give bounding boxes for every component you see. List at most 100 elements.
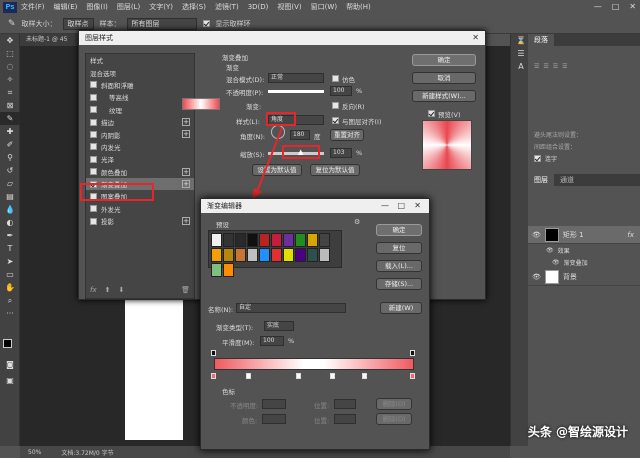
align-layer-checkbox[interactable] [332, 117, 339, 124]
layer-background[interactable]: 👁 背景 [528, 268, 640, 286]
menu-edit[interactable]: 编辑(E) [54, 2, 78, 12]
style-item[interactable]: 描边 + [86, 116, 194, 128]
close-icon[interactable]: ✕ [629, 2, 636, 11]
opacity-stop-right[interactable] [410, 350, 415, 356]
menu-type[interactable]: 文字(Y) [149, 2, 173, 12]
trash-icon[interactable]: 🗑 [181, 286, 190, 294]
layer-name[interactable]: 矩形 1 [563, 230, 584, 240]
gradient-type-select[interactable]: 实底 [264, 321, 294, 331]
set-default-button[interactable]: 设置为默认值 [252, 164, 302, 176]
stop-color-swatch[interactable] [262, 414, 286, 424]
name-input[interactable]: 自定 [236, 303, 346, 313]
zoom-tool-icon[interactable]: ⌕ [0, 294, 20, 307]
color-stop[interactable] [211, 373, 216, 379]
stamp-tool-icon[interactable]: ⚲ [0, 151, 20, 164]
gradient-preset-swatch[interactable] [211, 248, 222, 262]
opacity-input[interactable]: 100 [330, 86, 352, 96]
menu-help[interactable]: 帮助(H) [346, 2, 371, 12]
gradient-preset-swatch[interactable] [235, 233, 246, 247]
style-item[interactable]: 内阴影 + [86, 128, 194, 140]
reset-default-button[interactable]: 复位为默认值 [310, 164, 360, 176]
frame-tool-icon[interactable]: ⊠ [0, 99, 20, 112]
stop-location-input[interactable] [334, 399, 356, 409]
style-item[interactable]: 内发光 [86, 141, 194, 153]
effect-item-row[interactable]: 👁 渐变叠加 [528, 256, 640, 268]
stop-delete-button[interactable]: 删除(D) [376, 398, 412, 410]
close-icon[interactable]: ✕ [414, 199, 421, 213]
reverse-checkbox[interactable] [332, 102, 339, 109]
dodge-tool-icon[interactable]: ◐ [0, 216, 20, 229]
visibility-icon[interactable]: 👁 [532, 273, 541, 281]
gradient-preset-swatch[interactable] [319, 233, 330, 247]
menu-filter[interactable]: 滤镜(T) [215, 2, 239, 12]
ok-button[interactable]: 确定 [412, 54, 476, 66]
lasso-tool-icon[interactable]: ◌ [0, 60, 20, 73]
tab-channels[interactable]: 通道 [554, 174, 580, 186]
menu-select[interactable]: 选择(S) [182, 2, 206, 12]
gradient-preset-swatch[interactable] [271, 233, 282, 247]
visibility-icon[interactable]: 👁 [552, 259, 560, 266]
style-checkbox[interactable] [90, 143, 97, 151]
gradient-preset-swatch[interactable] [307, 248, 318, 262]
align-right-icon[interactable]: ☰ [553, 63, 558, 70]
move-tool-icon[interactable]: ✥ [0, 34, 20, 47]
style-item[interactable]: 等高线 [86, 91, 194, 103]
quick-select-tool-icon[interactable]: ✧ [0, 73, 20, 86]
sample-size-select[interactable]: 取样点 [62, 17, 94, 30]
hyphen-checkbox[interactable] [534, 154, 541, 162]
style-item[interactable]: 混合选项 [86, 66, 194, 78]
smoothness-input[interactable]: 100 [260, 336, 284, 346]
gradient-preset-swatch[interactable] [223, 233, 234, 247]
color-delete-button[interactable]: 删除(D) [376, 413, 412, 425]
style-checkbox[interactable] [90, 118, 97, 126]
ge-save-button[interactable]: 存储(S)... [376, 278, 422, 290]
menu-3d[interactable]: 3D(D) [248, 3, 269, 11]
menu-view[interactable]: 视图(V) [277, 2, 301, 12]
style-item[interactable]: 光泽 [86, 153, 194, 165]
ge-reset-button[interactable]: 复位 [376, 242, 422, 254]
visibility-icon[interactable]: 👁 [532, 231, 541, 239]
presets-gear-icon[interactable]: ⚙ [354, 218, 360, 226]
eyedropper-icon[interactable]: ✎ [8, 19, 16, 29]
style-item[interactable]: 斜面和浮雕 [86, 79, 194, 91]
screen-mode-icon[interactable]: ▣ [0, 374, 20, 387]
gradient-preset-swatch[interactable] [211, 233, 222, 247]
move-up-icon[interactable]: ⬆ [105, 286, 111, 294]
history-brush-tool-icon[interactable]: ↺ [0, 164, 20, 177]
quick-mask-icon[interactable]: ◙ [0, 358, 20, 371]
gradient-ramp[interactable] [214, 358, 414, 370]
brush-tool-icon[interactable]: ✐ [0, 138, 20, 151]
dither-checkbox[interactable] [332, 75, 339, 82]
sample-select[interactable]: 所有图层 [126, 17, 197, 30]
style-checkbox[interactable] [90, 168, 97, 176]
menu-layer[interactable]: 图层(L) [117, 2, 140, 12]
cancel-button[interactable]: 取消 [412, 72, 476, 84]
path-select-tool-icon[interactable]: ➤ [0, 255, 20, 268]
foreground-color-swatch[interactable] [3, 339, 12, 348]
style-checkbox[interactable] [90, 93, 97, 101]
document-canvas[interactable] [125, 300, 183, 440]
eraser-tool-icon[interactable]: ▱ [0, 177, 20, 190]
reset-alignment-button[interactable]: 重置对齐 [330, 129, 364, 141]
new-style-button[interactable]: 新建样式(W)... [412, 90, 476, 102]
tab-paragraph[interactable]: 段落 [528, 34, 554, 46]
marquee-tool-icon[interactable]: ⬚ [0, 47, 20, 60]
blend-mode-select[interactable]: 正常 [268, 73, 324, 83]
justify-icon[interactable]: ☰ [562, 63, 567, 70]
close-icon[interactable]: ✕ [472, 31, 479, 45]
hand-tool-icon[interactable]: ✋ [0, 281, 20, 294]
gradient-preset-swatch[interactable] [235, 248, 246, 262]
menu-file[interactable]: 文件(F) [21, 2, 45, 12]
preview-checkbox[interactable] [428, 110, 435, 117]
show-ring-checkbox[interactable] [202, 20, 210, 27]
align-left-icon[interactable]: ☰ [534, 63, 539, 70]
gradient-preset-swatch[interactable] [247, 233, 258, 247]
move-down-icon[interactable]: ⬇ [118, 286, 124, 294]
gradient-preset-swatch[interactable] [295, 233, 306, 247]
minimize-icon[interactable]: — [381, 199, 389, 213]
type-tool-icon[interactable]: T [0, 242, 20, 255]
style-item[interactable]: 纹理 [86, 104, 194, 116]
ge-ok-button[interactable]: 确定 [376, 224, 422, 236]
tab-layers[interactable]: 图层 [528, 174, 554, 186]
ge-load-button[interactable]: 载入(L)... [376, 260, 422, 272]
